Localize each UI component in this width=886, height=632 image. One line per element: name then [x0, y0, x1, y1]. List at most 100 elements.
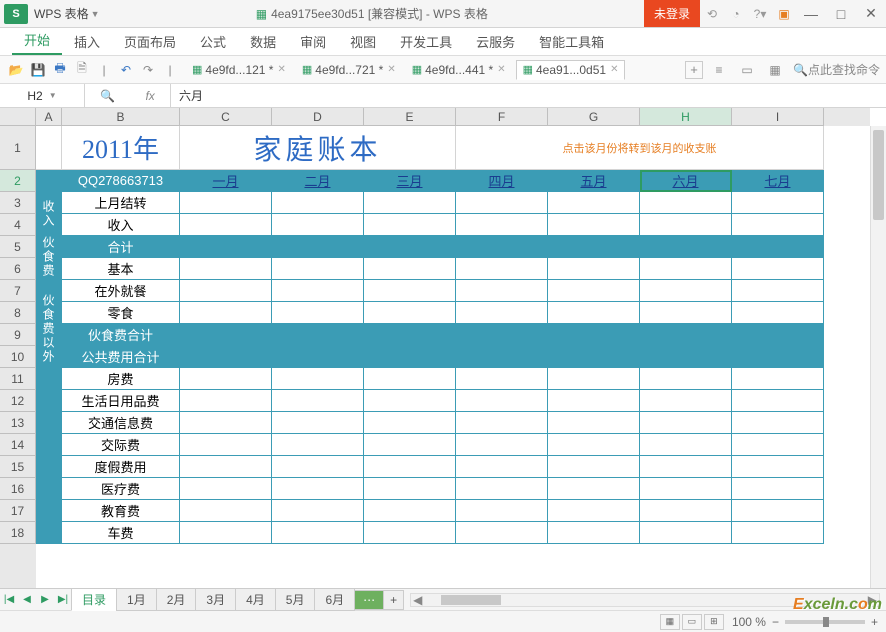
cell[interactable]	[732, 280, 824, 302]
cell[interactable]	[548, 214, 640, 236]
window-minimize[interactable]: —	[796, 0, 826, 28]
cell[interactable]	[180, 192, 272, 214]
window-close[interactable]: ✕	[856, 0, 886, 28]
cell[interactable]	[456, 500, 548, 522]
category-other[interactable]: 伙食费以外	[36, 368, 62, 390]
dropdown-icon[interactable]: ▼	[49, 91, 57, 100]
cell[interactable]	[456, 368, 548, 390]
cell[interactable]	[272, 324, 364, 346]
row-label[interactable]: 在外就餐	[62, 280, 180, 302]
row-label[interactable]: 交通信息费	[62, 412, 180, 434]
zoom-value[interactable]: 100 %	[732, 615, 766, 629]
cell[interactable]	[548, 522, 640, 544]
row-14[interactable]: 14	[0, 434, 36, 456]
cell[interactable]	[732, 258, 824, 280]
sheet-tab-index[interactable]: 目录	[71, 588, 117, 611]
cell[interactable]	[180, 258, 272, 280]
sheet-tab-4[interactable]: 4月	[235, 588, 276, 611]
cell[interactable]	[732, 346, 824, 368]
cell[interactable]	[272, 280, 364, 302]
cell[interactable]	[364, 346, 456, 368]
row-label[interactable]: 伙食费合计	[62, 324, 180, 346]
cell[interactable]	[364, 258, 456, 280]
year-cell[interactable]: 2011年	[62, 126, 180, 170]
cell[interactable]	[548, 478, 640, 500]
formula-input[interactable]: 六月	[170, 84, 886, 107]
cell[interactable]	[36, 478, 62, 500]
scroll-thumb[interactable]	[873, 130, 884, 220]
fx-button[interactable]: fx	[145, 89, 154, 103]
cell[interactable]	[548, 456, 640, 478]
cell[interactable]	[36, 500, 62, 522]
row-16[interactable]: 16	[0, 478, 36, 500]
cell[interactable]	[272, 522, 364, 544]
cell[interactable]	[364, 412, 456, 434]
cell[interactable]	[180, 236, 272, 258]
name-box[interactable]: H2▼	[0, 84, 85, 107]
sheet-tab-6[interactable]: 6月	[314, 588, 355, 611]
cell[interactable]	[180, 214, 272, 236]
ribbon-tab-start[interactable]: 开始	[12, 26, 62, 55]
cell[interactable]	[364, 280, 456, 302]
sheet-nav-next[interactable]: ▶	[37, 592, 53, 608]
cell[interactable]	[640, 236, 732, 258]
cell[interactable]	[272, 258, 364, 280]
close-icon[interactable]: ✕	[277, 64, 285, 75]
cell[interactable]	[272, 368, 364, 390]
row-5[interactable]: 5	[0, 236, 36, 258]
month-link[interactable]: 一月	[180, 170, 272, 192]
command-search[interactable]: 🔍 点此查找命令	[793, 61, 880, 78]
cell[interactable]	[548, 236, 640, 258]
row-label[interactable]: 基本	[62, 258, 180, 280]
hint-cell[interactable]: 点击该月份将转到该月的收支账	[456, 126, 824, 170]
cell[interactable]	[456, 192, 548, 214]
row-7[interactable]: 7	[0, 280, 36, 302]
cell[interactable]	[732, 478, 824, 500]
cell[interactable]	[364, 214, 456, 236]
cell[interactable]	[364, 192, 456, 214]
formula-search-icon[interactable]: 🔍	[100, 89, 115, 103]
cell[interactable]	[180, 434, 272, 456]
cell[interactable]	[36, 170, 62, 192]
row-label[interactable]: 交际费	[62, 434, 180, 456]
cell[interactable]	[732, 236, 824, 258]
row-18[interactable]: 18	[0, 522, 36, 544]
zoom-in-icon[interactable]: +	[871, 615, 878, 629]
cell[interactable]	[180, 500, 272, 522]
row-10[interactable]: 10	[0, 346, 36, 368]
app-menu-dropdown-icon[interactable]: ▼	[91, 9, 100, 19]
col-G[interactable]: G	[548, 108, 640, 126]
ribbon-tab-view[interactable]: 视图	[338, 28, 388, 55]
row-label[interactable]: 度假费用	[62, 456, 180, 478]
cell[interactable]	[272, 390, 364, 412]
cell[interactable]	[180, 390, 272, 412]
cell[interactable]	[456, 412, 548, 434]
cell[interactable]	[548, 302, 640, 324]
cell[interactable]	[180, 302, 272, 324]
close-icon[interactable]: ✕	[497, 64, 505, 75]
cell[interactable]	[36, 126, 62, 170]
cell[interactable]	[180, 478, 272, 500]
tab-list-icon[interactable]: ≡	[709, 60, 729, 80]
doc-tab-0[interactable]: ▦4e9fd...121 *✕	[186, 61, 292, 79]
cell[interactable]	[364, 456, 456, 478]
select-all-corner[interactable]	[0, 108, 36, 126]
undo-icon[interactable]: ↶	[116, 60, 136, 80]
row-label[interactable]: 房费	[62, 368, 180, 390]
cell[interactable]	[180, 456, 272, 478]
cell[interactable]	[732, 390, 824, 412]
sheet-tab-5[interactable]: 5月	[275, 588, 316, 611]
cell[interactable]	[456, 434, 548, 456]
cell[interactable]	[456, 456, 548, 478]
row-label[interactable]: 医疗费	[62, 478, 180, 500]
cell[interactable]	[640, 522, 732, 544]
cell[interactable]	[548, 368, 640, 390]
cell[interactable]	[640, 456, 732, 478]
qq-cell[interactable]: QQ278663713	[62, 170, 180, 192]
vertical-scrollbar[interactable]	[870, 126, 886, 588]
sheet-add-button[interactable]: +	[383, 590, 404, 610]
col-B[interactable]: B	[62, 108, 180, 126]
cell[interactable]	[732, 522, 824, 544]
row-1[interactable]: 1	[0, 126, 36, 170]
col-A[interactable]: A	[36, 108, 62, 126]
